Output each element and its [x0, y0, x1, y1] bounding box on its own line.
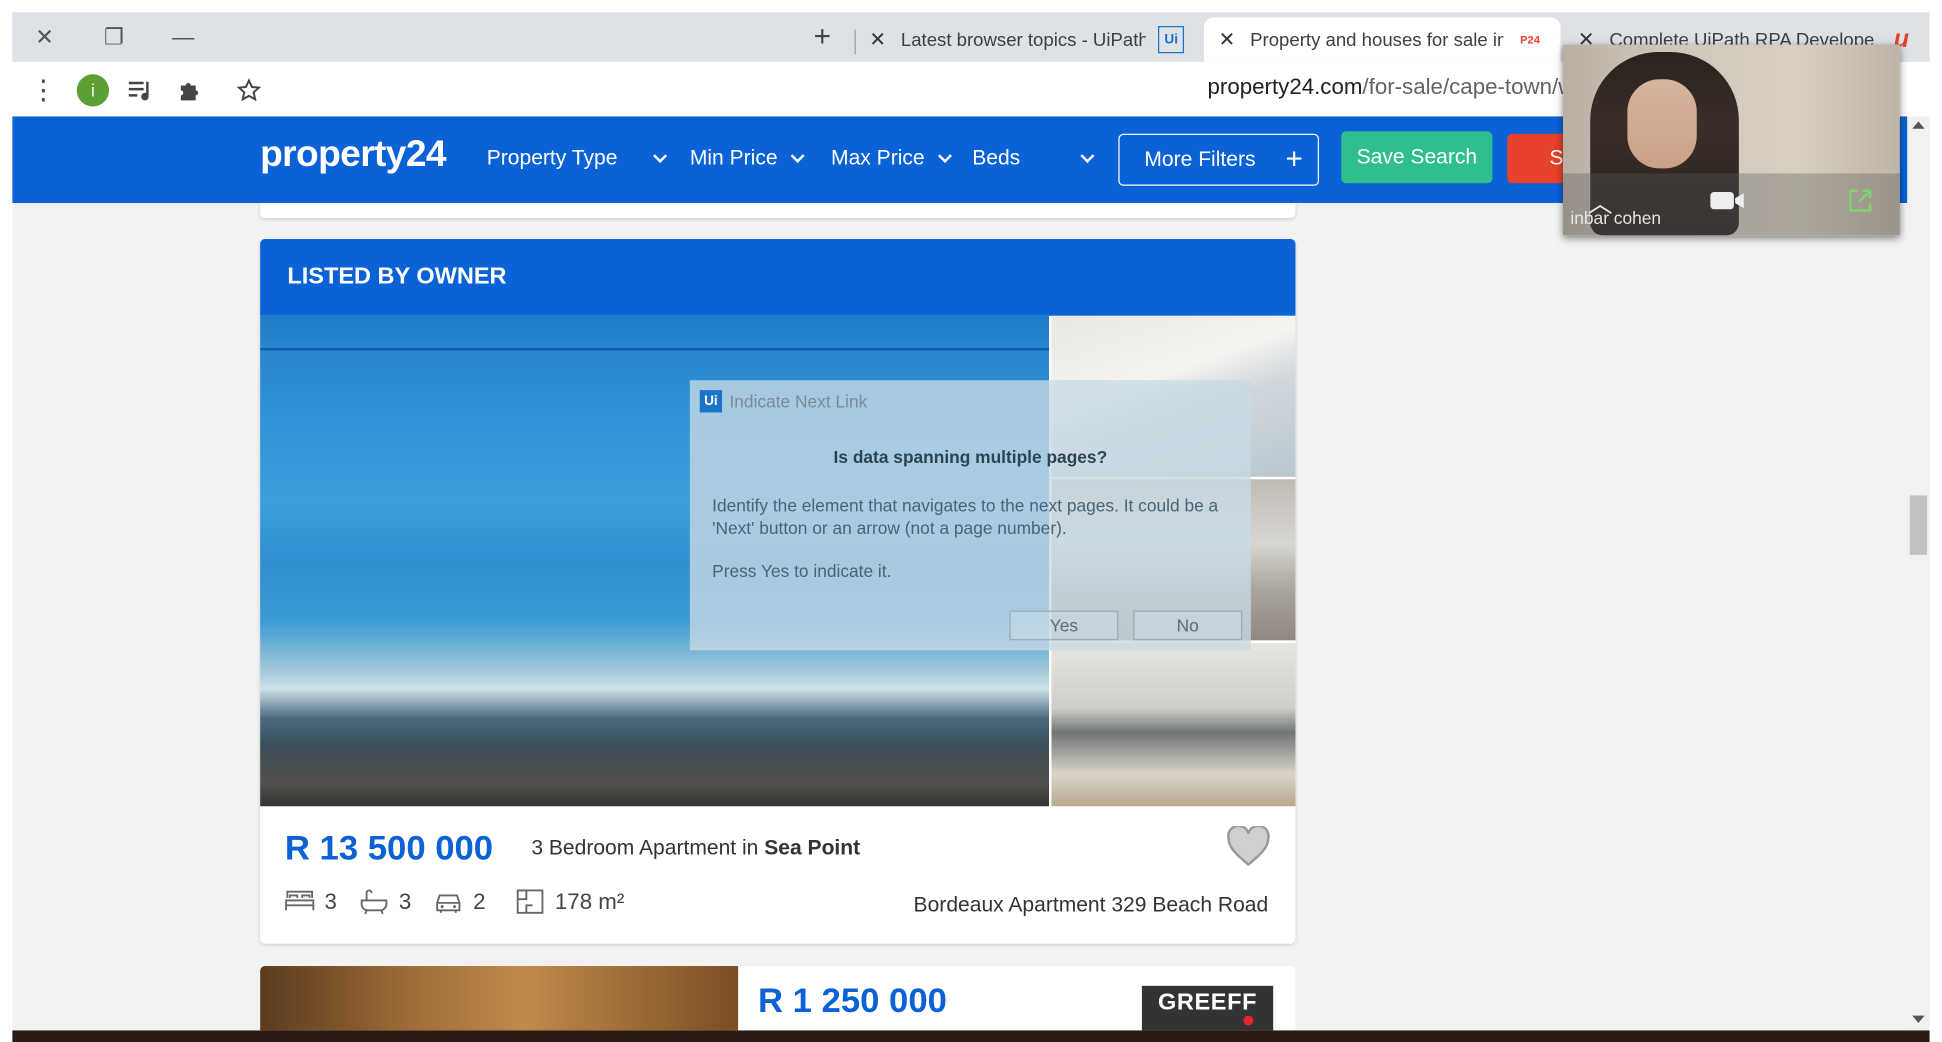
address-bar[interactable]: property24.com/for-sale/cape-town/w [1208, 74, 1575, 100]
listing-suburb: Sea Point [764, 835, 861, 860]
dialog-title: Indicate Next Link [729, 391, 868, 412]
scroll-down-arrow-icon[interactable] [1912, 1015, 1925, 1024]
next-listing-card[interactable]: R 1 250 000 GREEFF [260, 966, 1296, 1031]
dialog-description: Identify the element that navigates to t… [712, 495, 1219, 538]
listing-title-prefix: 3 Bedroom Apartment in [531, 835, 765, 860]
more-filters-label: More Filters [1144, 147, 1256, 171]
media-control-icon[interactable] [124, 74, 156, 106]
tab-uipath-forum[interactable]: ✕ Latest browser topics - UiPath Co Ui [855, 17, 1199, 62]
beds-label: Beds [972, 146, 1021, 170]
restore-window-icon[interactable]: ❐ [99, 22, 129, 52]
close-tab-icon[interactable]: ✕ [1219, 27, 1236, 52]
max-price-label: Max Price [831, 146, 925, 170]
previous-listing-card[interactable] [260, 203, 1296, 218]
dialog-header: Ui Indicate Next Link [699, 390, 868, 413]
new-tab-button[interactable]: + [805, 20, 840, 55]
agency-logo-dot [1243, 1015, 1254, 1026]
listing-thumbnail-3[interactable] [1051, 642, 1296, 807]
close-window-icon[interactable]: ✕ [30, 22, 60, 52]
parking-feature: 2 [434, 888, 486, 915]
next-listing-photo[interactable] [260, 966, 739, 1031]
popout-icon[interactable] [1845, 186, 1875, 223]
profile-avatar[interactable]: i [76, 74, 109, 107]
video-call-window[interactable]: ︿ inbar cohen [1562, 44, 1900, 236]
listing-features: 3 3 2 178 m² [285, 888, 624, 915]
bedrooms-feature: 3 [285, 888, 337, 915]
listing-price[interactable]: R 13 500 000 [285, 829, 493, 869]
bedrooms-count: 3 [324, 888, 337, 914]
property24-favicon-icon: P24 [1520, 33, 1540, 46]
taskbar-strip [12, 1030, 1930, 1042]
bed-icon [285, 890, 315, 911]
url-host: property24.com [1207, 74, 1363, 100]
tab-title: Property and houses for sale in C [1250, 29, 1505, 51]
floor-size-feature: 178 m² [515, 888, 624, 915]
no-button[interactable]: No [1133, 610, 1243, 641]
participant-face [1627, 79, 1697, 169]
max-price-dropdown[interactable]: Max Price [831, 146, 952, 171]
property-type-dropdown[interactable]: Property Type [486, 146, 667, 171]
scroll-up-arrow-icon[interactable] [1912, 121, 1925, 129]
uipath-logo-icon: Ui [699, 390, 723, 413]
tab-property24[interactable]: ✕ Property and houses for sale in C P24 [1203, 17, 1561, 62]
chevron-down-icon [937, 148, 952, 163]
dialog-instruction: Press Yes to indicate it. [712, 561, 892, 581]
camera-icon[interactable] [1709, 188, 1746, 220]
uipath-favicon-icon: Ui [1158, 26, 1185, 54]
listing-title[interactable]: 3 Bedroom Apartment in Sea Point [531, 836, 860, 861]
url-path: /for-sale/cape-town/w [1362, 74, 1575, 100]
min-price-dropdown[interactable]: Min Price [689, 146, 805, 171]
listing-badge: LISTED BY OWNER [260, 239, 1296, 316]
listing-address: Bordeaux Apartment 329 Beach Road [913, 892, 1269, 917]
participant-name: inbar cohen [1570, 208, 1662, 228]
scroll-thumb[interactable] [1909, 495, 1928, 555]
yes-button[interactable]: Yes [1009, 610, 1119, 641]
next-listing-price[interactable]: R 1 250 000 [758, 981, 947, 1021]
beds-dropdown[interactable]: Beds [972, 146, 1095, 171]
tab-title: Latest browser topics - UiPath Co [900, 29, 1147, 51]
agency-logo: GREEFF [1141, 985, 1274, 1031]
min-price-label: Min Price [689, 146, 778, 170]
uipath-indicate-dialog: Ui Indicate Next Link Is data spanning m… [689, 380, 1251, 651]
kebab-menu-icon[interactable]: ⋮ [27, 74, 59, 106]
chevron-down-icon [1080, 148, 1095, 163]
page-scrollbar[interactable] [1907, 116, 1930, 1031]
bathrooms-feature: 3 [359, 888, 411, 915]
car-icon [436, 894, 461, 913]
floor-size: 178 m² [554, 888, 625, 914]
chevron-down-icon [652, 148, 667, 163]
chevron-down-icon [790, 148, 805, 163]
property24-logo[interactable]: property24 [260, 134, 446, 176]
screen: ✕ ❐ — + ✕ Latest browser topics - UiPath… [0, 0, 1942, 1042]
agency-name: GREEFF [1157, 989, 1258, 1016]
property-type-label: Property Type [486, 146, 618, 170]
floor-plan-icon [516, 889, 544, 914]
sea-horizon [260, 348, 1050, 351]
extensions-puzzle-icon[interactable] [173, 74, 205, 106]
more-filters-button[interactable]: More Filters + [1118, 133, 1320, 186]
close-tab-icon[interactable]: ✕ [869, 27, 886, 52]
bath-icon [360, 889, 388, 915]
favourite-heart-icon[interactable] [1226, 826, 1271, 868]
minimize-window-icon[interactable]: — [168, 22, 198, 52]
parking-count: 2 [473, 888, 486, 914]
save-search-button[interactable]: Save Search [1341, 131, 1493, 184]
plus-icon: + [1285, 142, 1303, 176]
bookmark-star-icon[interactable] [233, 74, 265, 106]
dialog-question: Is data spanning multiple pages? [833, 447, 1108, 467]
bathrooms-count: 3 [398, 888, 412, 914]
